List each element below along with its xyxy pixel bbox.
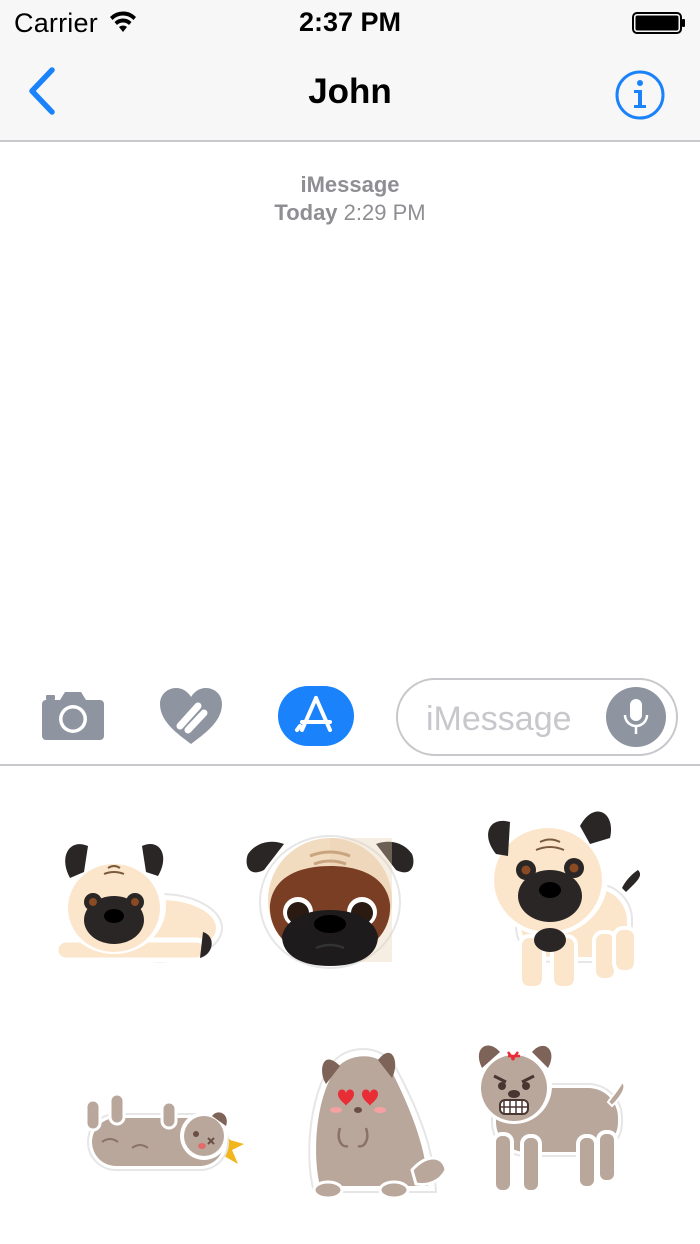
battery-icon bbox=[632, 12, 685, 34]
message-text-field[interactable]: iMessage bbox=[396, 678, 678, 756]
navigation-bar: John bbox=[0, 44, 700, 142]
sticker-pug-standing[interactable] bbox=[476, 804, 646, 996]
status-bar: Carrier 2:37 PM bbox=[0, 0, 700, 44]
sticker-drawer bbox=[0, 768, 700, 1244]
conversation-area: iMessage Today 2:29 PM bbox=[0, 142, 700, 670]
message-timestamp: Today 2:29 PM bbox=[0, 200, 700, 226]
app-store-button[interactable] bbox=[278, 686, 354, 746]
timestamp-time: 2:29 PM bbox=[343, 200, 426, 225]
message-input-bar: iMessage bbox=[0, 670, 700, 766]
status-time: 2:37 PM bbox=[298, 7, 402, 37]
message-placeholder: iMessage bbox=[426, 700, 572, 738]
timestamp-day: Today bbox=[274, 200, 338, 225]
camera-icon[interactable] bbox=[40, 688, 106, 742]
sticker-pug-face[interactable] bbox=[244, 830, 416, 970]
digital-touch-heart-icon[interactable] bbox=[158, 686, 224, 746]
app-store-icon bbox=[295, 696, 332, 732]
microphone-button[interactable] bbox=[606, 687, 666, 747]
microphone-icon bbox=[623, 699, 649, 734]
sticker-pug-lying-down[interactable] bbox=[48, 828, 228, 968]
sticker-brown-pug-angry[interactable] bbox=[472, 1038, 632, 1198]
info-icon[interactable] bbox=[614, 69, 666, 121]
conversation-title[interactable]: John bbox=[0, 72, 700, 112]
sticker-brown-pug-knocked-out[interactable] bbox=[82, 1086, 254, 1186]
sticker-brown-pug-in-love[interactable] bbox=[300, 1036, 454, 1202]
messages-screen: Carrier 2:37 PM John iMessage Today 2:29 bbox=[0, 0, 700, 1244]
service-label: iMessage bbox=[300, 172, 400, 197]
